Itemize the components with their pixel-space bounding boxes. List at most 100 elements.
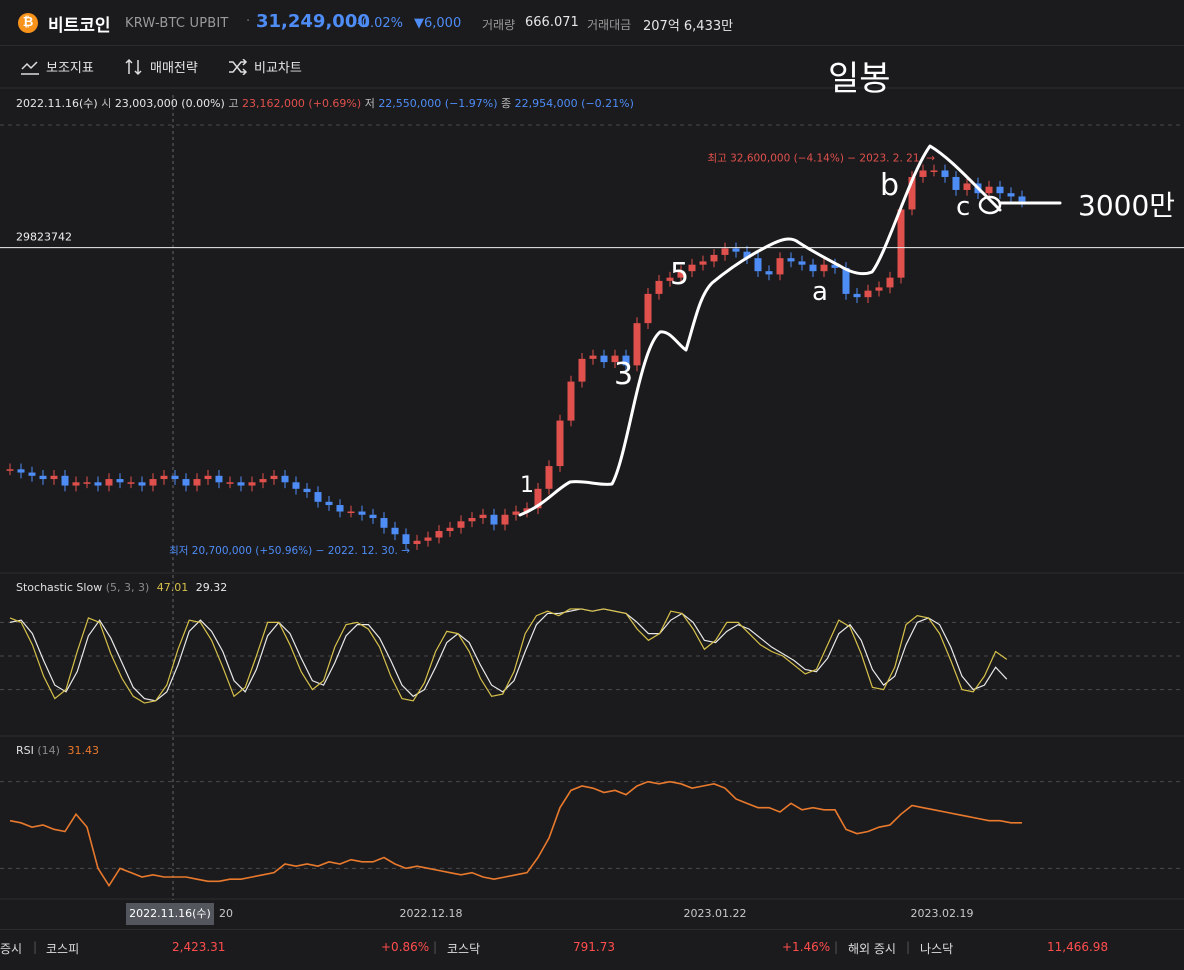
candle-body xyxy=(281,475,289,483)
candle-body xyxy=(765,271,773,275)
footer-separator: | xyxy=(906,940,911,954)
candle-body xyxy=(61,475,69,486)
candle-body xyxy=(435,531,443,538)
chart-canvas[interactable]: 29823742 최고 32,600,000 (−4.14%) − 2023. 2… xyxy=(0,0,1184,929)
candle-body xyxy=(776,258,784,275)
candle-body xyxy=(721,248,729,255)
candle-body xyxy=(512,511,520,515)
candle-body xyxy=(127,482,135,484)
close-label: 종 xyxy=(501,97,512,110)
candle-body xyxy=(248,482,256,486)
candle-body xyxy=(600,355,608,363)
candle-body xyxy=(820,264,828,272)
annotation-label: a xyxy=(812,277,828,307)
candle-body xyxy=(336,505,344,512)
candle-body xyxy=(490,514,498,525)
candle-body xyxy=(567,381,575,421)
candle-body xyxy=(864,290,872,298)
max-price-marker: 최고 32,600,000 (−4.14%) − 2023. 2. 21. → xyxy=(707,152,935,164)
annotation-label: 일봉 xyxy=(828,59,891,99)
candle-body xyxy=(138,482,146,486)
kospi-label[interactable]: 코스피 xyxy=(46,940,79,957)
candle-body xyxy=(193,479,201,486)
candle-body xyxy=(545,466,553,489)
x-axis-tick-label: 20 xyxy=(219,907,233,920)
candle-body xyxy=(468,518,476,522)
candle-body xyxy=(897,209,905,278)
x-axis-tick-label: 2023.02.19 xyxy=(911,907,974,920)
candle-body xyxy=(226,482,234,484)
candle-body xyxy=(171,475,179,480)
nasdaq-label[interactable]: 나스닥 xyxy=(920,940,953,957)
annotation-label: 3 xyxy=(614,357,633,392)
low-value: 22,550,000 (−1.97%) xyxy=(378,97,498,110)
candle-body xyxy=(204,475,212,480)
candle-body xyxy=(578,358,586,382)
high-label: 고 xyxy=(228,97,239,110)
ohlc-readout: 2022.11.16(수) 시 23,003,000 (0.00%) 고 23,… xyxy=(16,95,634,111)
candle-body xyxy=(39,475,47,480)
candle-body xyxy=(952,176,960,190)
candle-body xyxy=(17,469,25,473)
candle-body xyxy=(160,475,168,480)
close-value: 22,954,000 (−0.21%) xyxy=(514,97,634,110)
candle-body xyxy=(589,355,597,359)
candle-body xyxy=(732,248,740,252)
stochastic-d-value: 29.32 xyxy=(195,581,228,594)
candle-body xyxy=(259,479,267,483)
candle-body xyxy=(402,534,410,545)
nasdaq-value: 11,466.98 xyxy=(1047,940,1109,954)
footer-separator: | xyxy=(433,940,438,954)
candle-body xyxy=(655,280,663,294)
candle-body xyxy=(1018,196,1026,202)
candle-body xyxy=(688,264,696,272)
candle-body xyxy=(886,277,894,288)
candle-body xyxy=(380,518,388,528)
footer-separator: | xyxy=(33,940,38,954)
candle-body xyxy=(270,475,278,480)
rsi-params: (14) xyxy=(37,744,60,757)
candle-body xyxy=(1007,193,1015,197)
annotation-label: c xyxy=(956,192,970,222)
stochastic-name: Stochastic Slow xyxy=(16,581,103,594)
rsi-title: RSI (14) 31.43 xyxy=(16,744,99,757)
candle-body xyxy=(919,170,927,177)
x-axis-tick-label: 2022.12.18 xyxy=(400,907,463,920)
candle-body xyxy=(72,482,80,486)
kospi-change: +0.86% xyxy=(381,940,430,954)
overseas-label[interactable]: 해외 증시 xyxy=(848,940,896,957)
ohlc-date: 2022.11.16(수) xyxy=(16,97,98,110)
annotation-label: b xyxy=(880,168,899,203)
candle-body xyxy=(798,261,806,265)
candle-body xyxy=(699,261,707,265)
low-label: 저 xyxy=(364,97,375,110)
candle-body xyxy=(853,293,861,298)
x-axis-tick-label: 2023.01.22 xyxy=(684,907,747,920)
candle-body xyxy=(644,293,652,324)
candle-body xyxy=(149,479,157,486)
wave-path xyxy=(518,144,1002,517)
rsi-line xyxy=(9,780,1022,888)
candle-body xyxy=(303,488,311,493)
annotation-label: 3000만 xyxy=(1078,189,1175,222)
candle-body xyxy=(809,264,817,272)
candle-body xyxy=(479,514,487,519)
crosshair-date-tooltip: 2022.11.16(수) xyxy=(126,903,214,925)
min-price-marker: 최저 20,700,000 (+50.96%) − 2022. 12. 30. … xyxy=(169,545,410,557)
footer-left-label: 증시 xyxy=(0,942,23,956)
candle-body xyxy=(875,287,883,291)
footer-separator: | xyxy=(834,940,839,954)
candle-body xyxy=(325,501,333,506)
candle-body xyxy=(413,540,421,545)
candle-body xyxy=(6,469,14,471)
high-value: 23,162,000 (+0.69%) xyxy=(241,97,362,110)
kosdaq-label[interactable]: 코스닥 xyxy=(447,940,480,957)
candle-body xyxy=(710,254,718,262)
open-label: 시 xyxy=(101,97,112,110)
candle-body xyxy=(28,472,36,476)
candle-body xyxy=(347,511,355,514)
candle-body xyxy=(941,170,949,177)
annotation-label: 1 xyxy=(520,473,534,498)
open-value: 23,003,000 (0.00%) xyxy=(114,97,225,110)
stochastic-params: (5, 3, 3) xyxy=(105,581,150,594)
